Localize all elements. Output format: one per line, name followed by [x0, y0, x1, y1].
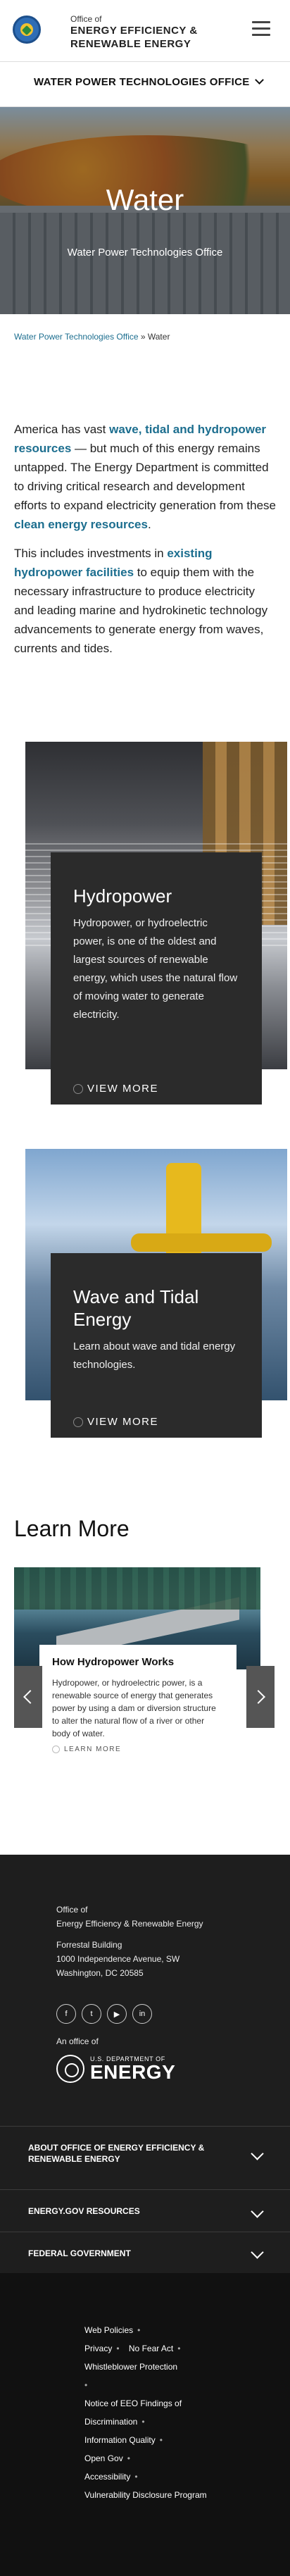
carousel-prev-button[interactable]: [14, 1666, 42, 1728]
accordion-about-eere[interactable]: ABOUT OFFICE OF ENERGY EFFICIENCY & RENE…: [0, 2126, 290, 2189]
intro-text-run: .: [147, 518, 151, 531]
link-clean-energy-resources[interactable]: clean energy resources: [14, 518, 148, 531]
footer-building: Forrestal Building: [56, 1940, 122, 1950]
link-separator: •: [141, 2417, 145, 2427]
link-privacy[interactable]: Privacy: [84, 2344, 112, 2353]
chevron-right-icon: [251, 1690, 265, 1704]
learn-more-carousel: How Hydropower Works Hydropower, or hydr…: [14, 1567, 276, 1779]
site-title[interactable]: ENERGY EFFICIENCY & RENEWABLE ENERGY: [70, 24, 218, 51]
link-no-fear-act[interactable]: No Fear Act: [129, 2344, 173, 2353]
chevron-left-icon: [23, 1690, 37, 1704]
social-links: f t ▶ in: [56, 2004, 152, 2024]
intro-text-run: America has vast: [14, 423, 110, 436]
circle-icon: [73, 1083, 83, 1094]
footer-office-of: Office of: [56, 1905, 88, 1915]
intro-text: America has vast wave, tidal and hydropo…: [14, 420, 276, 668]
slide-title: How Hydropower Works: [52, 1656, 175, 1668]
doe-seal-icon: [56, 2055, 84, 2083]
link-accessibility[interactable]: Accessibility: [84, 2472, 130, 2482]
link-separator: •: [159, 2435, 163, 2445]
feature-title: Wave and Tidal Energy: [73, 1286, 199, 1330]
doe-seal-logo[interactable]: [13, 15, 41, 44]
intro-paragraph-2: This includes investments in existing hy…: [14, 544, 276, 658]
feature-hydropower: Hydropower Hydropower, or hydroelectric …: [25, 742, 287, 1105]
link-whistleblower-protection[interactable]: Whistleblower Protection: [84, 2362, 177, 2372]
link-web-policies[interactable]: Web Policies: [84, 2325, 133, 2335]
feature-description: Learn about wave and tidal energy techno…: [73, 1340, 236, 1371]
linkedin-icon[interactable]: in: [132, 2004, 152, 2024]
accordion-energy-gov-resources[interactable]: ENERGY.GOV RESOURCES: [0, 2189, 290, 2232]
feature-card-hydropower[interactable]: Hydropower Hydropower, or hydroelectric …: [51, 852, 262, 1105]
learn-more-link[interactable]: LEARN MORE: [52, 1746, 224, 1753]
breadcrumb-current: Water: [147, 332, 170, 342]
feature-wave-tidal: Wave and Tidal Energy Learn about wave a…: [25, 1149, 287, 1438]
breadcrumb-separator: »: [138, 332, 148, 342]
youtube-icon[interactable]: ▶: [107, 2004, 127, 2024]
chevron-down-icon: [251, 2246, 264, 2259]
view-more-label: VIEW MORE: [87, 1083, 159, 1095]
link-separator: •: [116, 2344, 120, 2353]
footer-street: 1000 Independence Avenue, SW: [56, 1954, 180, 1964]
office-nav: WATER POWER TECHNOLOGIES OFFICE: [0, 62, 290, 107]
feature-title: Hydropower: [73, 885, 172, 907]
chevron-down-icon: [251, 2205, 264, 2218]
link-separator: •: [177, 2344, 181, 2353]
view-more-link[interactable]: VIEW MORE: [73, 1416, 158, 1428]
intro-paragraph-1: America has vast wave, tidal and hydropo…: [14, 420, 276, 534]
facebook-icon[interactable]: f: [56, 2004, 76, 2024]
intro-text-run: This includes investments in: [14, 547, 168, 560]
intro-text-run: to equip them with the necessary infrast…: [14, 566, 268, 655]
office-nav-button[interactable]: WATER POWER TECHNOLOGIES OFFICE: [34, 75, 264, 88]
twitter-icon[interactable]: t: [82, 2004, 101, 2024]
footer-address: Office of Energy Efficiency & Renewable …: [56, 1903, 203, 1980]
accordion-federal-government[interactable]: FEDERAL GOVERNMENT: [0, 2232, 290, 2273]
an-office-of-label: An office of: [56, 2036, 99, 2046]
link-information-quality[interactable]: Information Quality: [84, 2435, 156, 2445]
link-separator: •: [84, 2380, 88, 2390]
carousel-next-button[interactable]: [246, 1666, 275, 1728]
slide-description: Hydropower, or hydroelectric power, is a…: [52, 1678, 216, 1738]
doe-logo[interactable]: U.S. DEPARTMENT OF ENERGY: [56, 2055, 175, 2083]
feature-card-wave-tidal[interactable]: Wave and Tidal Energy Learn about wave a…: [51, 1253, 262, 1438]
doe-logo-text: U.S. DEPARTMENT OF ENERGY: [90, 2055, 175, 2082]
accordion-label: ABOUT OFFICE OF ENERGY EFFICIENCY & RENE…: [28, 2143, 205, 2164]
carousel-slide-card[interactable]: How Hydropower Works Hydropower, or hydr…: [39, 1645, 237, 1765]
site-header: Office of ENERGY EFFICIENCY & RENEWABLE …: [0, 0, 290, 62]
link-separator: •: [137, 2325, 141, 2335]
hero-banner: Water Water Power Technologies Office: [0, 107, 290, 314]
link-notice-of-eeo-findings[interactable]: Notice of EEO Findings of Discrimination: [84, 2398, 182, 2427]
link-separator: •: [134, 2472, 138, 2482]
chevron-down-icon: [254, 75, 264, 85]
office-of-label: Office of: [70, 14, 102, 24]
link-open-gov[interactable]: Open Gov: [84, 2453, 123, 2463]
learn-more-heading: Learn More: [14, 1516, 130, 1541]
learn-more-label: LEARN MORE: [64, 1746, 122, 1753]
link-separator: •: [127, 2453, 130, 2463]
footer-city: Washington, DC 20585: [56, 1968, 144, 1978]
accordion-label: FEDERAL GOVERNMENT: [28, 2248, 131, 2258]
breadcrumb: Water Power Technologies Office » Water: [14, 332, 170, 342]
breadcrumb-link-office[interactable]: Water Power Technologies Office: [14, 332, 139, 342]
page-title: Water: [106, 183, 184, 216]
office-nav-label: WATER POWER TECHNOLOGIES OFFICE: [34, 76, 250, 88]
accordion-label: ENERGY.GOV RESOURCES: [28, 2206, 140, 2216]
chevron-down-icon: [251, 2147, 264, 2160]
view-more-link[interactable]: VIEW MORE: [73, 1083, 158, 1095]
feature-description: Hydropower, or hydroelectric power, is o…: [73, 917, 238, 1021]
circle-icon: [52, 1746, 60, 1753]
doe-logo-big: ENERGY: [90, 2061, 176, 2083]
footer-office-name: Energy Efficiency & Renewable Energy: [56, 1919, 203, 1929]
circle-icon: [73, 1417, 83, 1427]
page-subtitle: Water Power Technologies Office: [67, 247, 223, 259]
link-vulnerability-disclosure-program[interactable]: Vulnerability Disclosure Program: [84, 2490, 207, 2500]
view-more-label: VIEW MORE: [87, 1416, 159, 1428]
footer-policy-links: Web Policies • Privacy • No Fear Act • Whis…: [0, 2273, 290, 2576]
hamburger-menu-icon[interactable]: [252, 21, 270, 38]
